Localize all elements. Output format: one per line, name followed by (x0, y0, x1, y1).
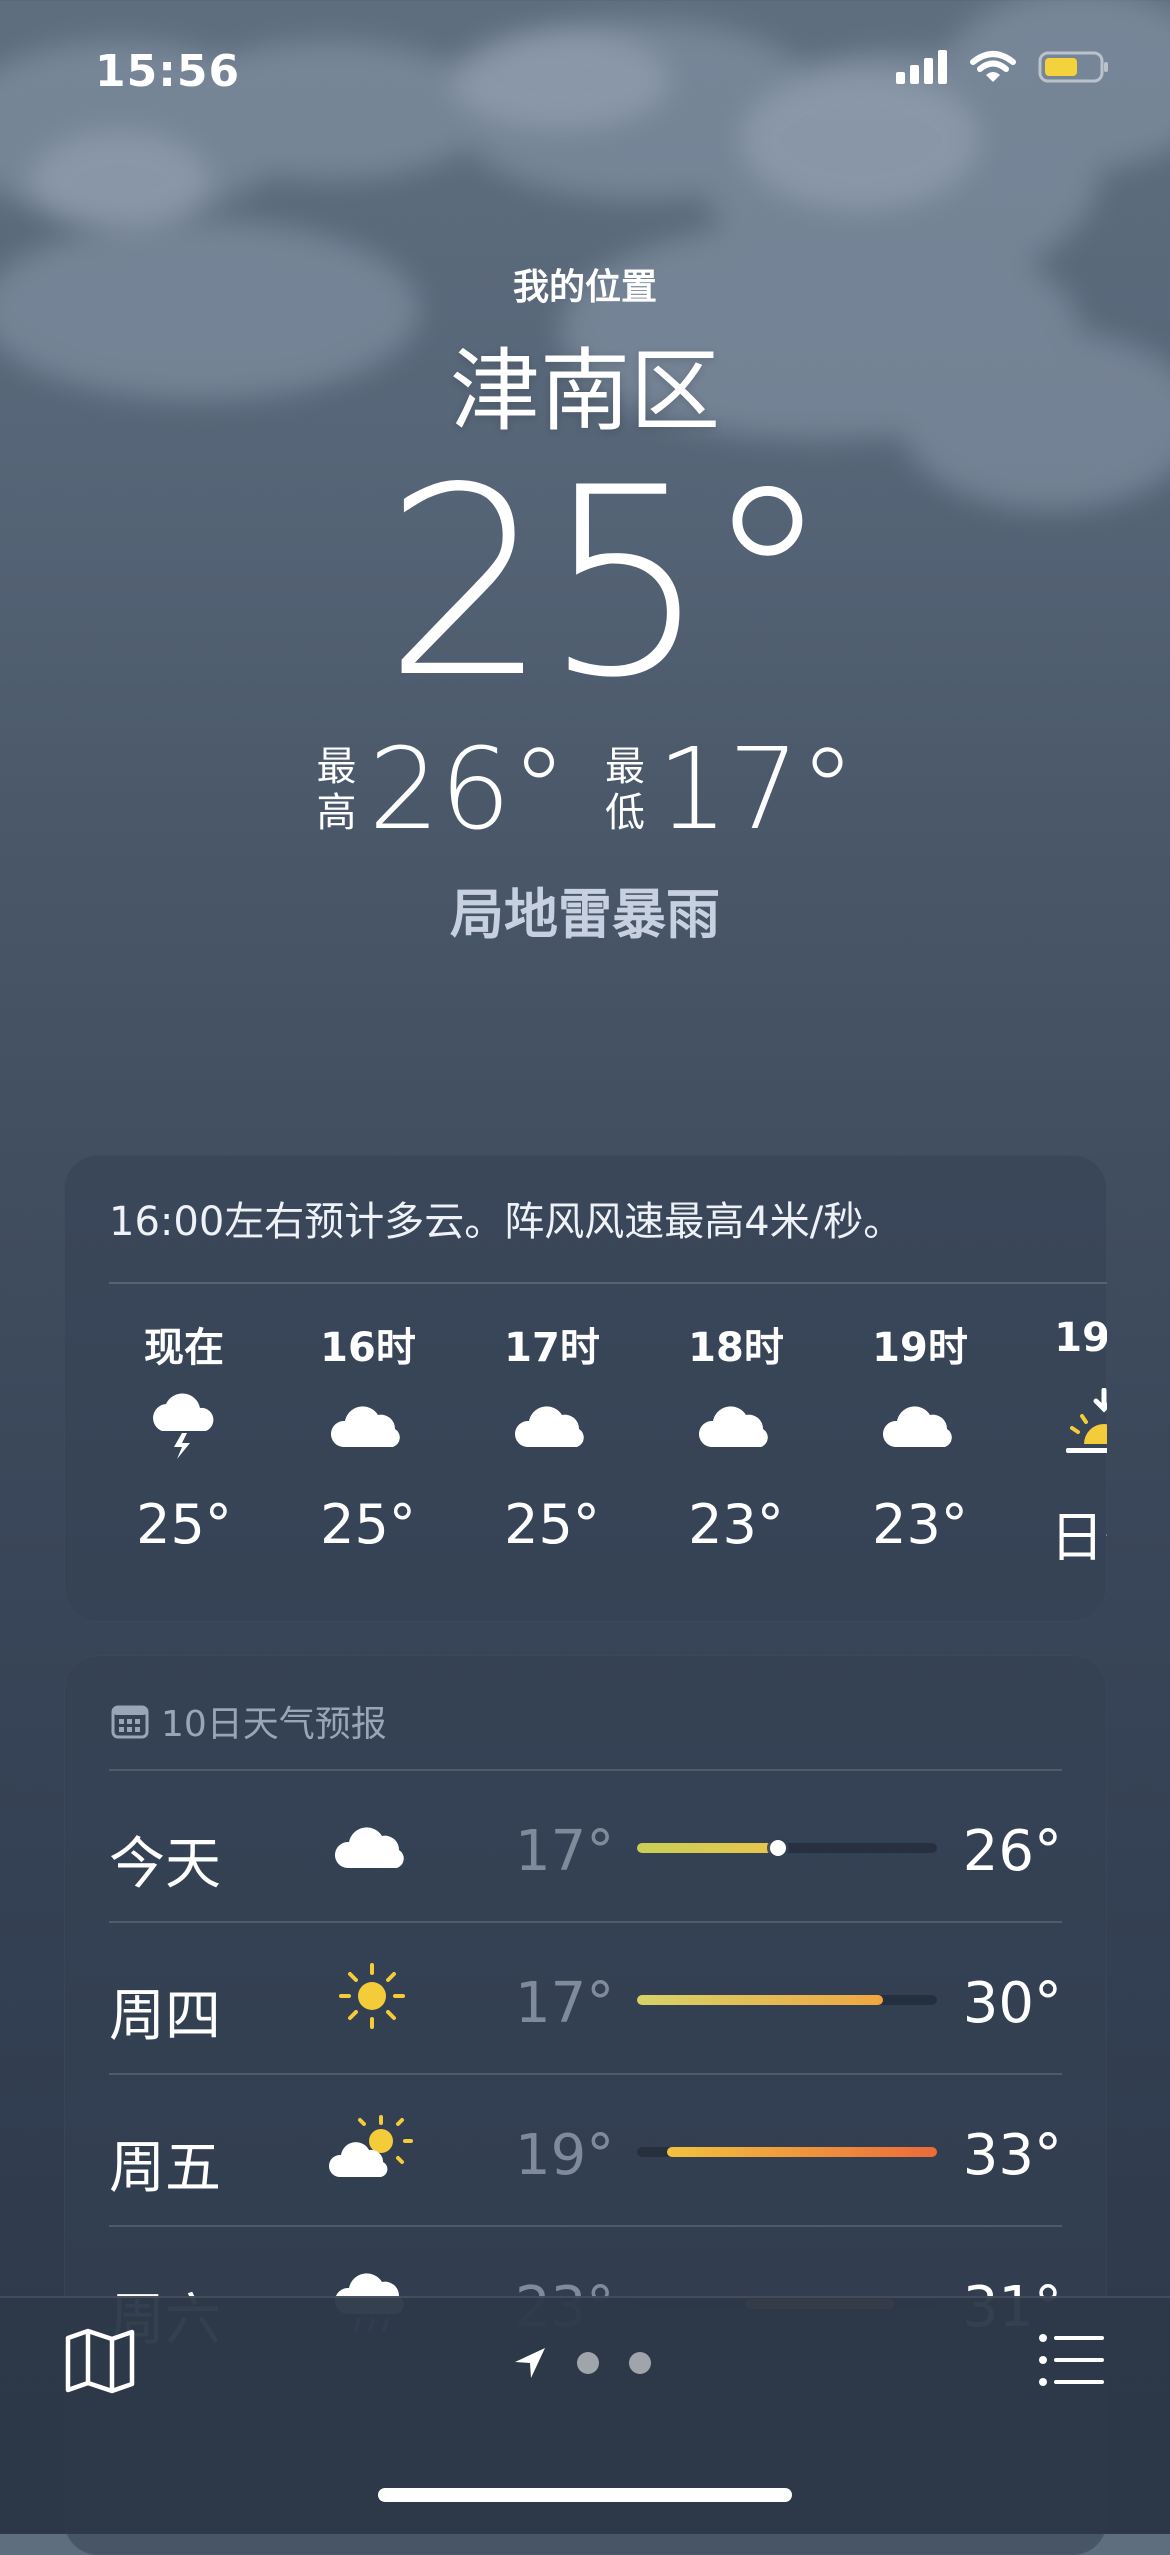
forecast-summary: 16:00左右预计多云。阵风风速最高4米/秒。 (109, 1199, 904, 1245)
cloud-icon (514, 1406, 584, 1447)
hour-label: 17时 (504, 1325, 600, 1371)
hour-label: 18时 (688, 1325, 784, 1371)
sunset-icon (1066, 1388, 1107, 1453)
hour-item: 17时 25° (460, 1315, 644, 1572)
hour-temp: 25° (504, 1493, 600, 1556)
home-indicator[interactable] (378, 2488, 792, 2502)
cloud-icon (698, 1406, 768, 1447)
map-icon[interactable] (64, 2328, 136, 2394)
status-time: 15:56 (95, 46, 241, 97)
page-indicator[interactable] (513, 2346, 651, 2380)
day-label: 今天 (109, 1832, 221, 1897)
location-arrow-icon[interactable] (513, 2346, 547, 2380)
cloud-icon (330, 1406, 400, 1447)
sun-icon (339, 1963, 405, 2029)
status-bar: 15:56 (0, 0, 1170, 150)
temp-range-fill (667, 2147, 937, 2157)
signal-icon (896, 50, 947, 84)
hourly-forecast-card[interactable]: 16:00左右预计多云。阵风风速最高4米/秒。 现在 25° 16时 25° 1… (64, 1155, 1107, 1622)
low-temp: 19° (515, 2123, 615, 2188)
temp-range-fill (637, 1995, 883, 2005)
thunderstorm-icon (153, 1393, 214, 1459)
current-weather: 我的位置 津南区 25° 最高 26° 最低 17° 局地雷暴雨 (0, 258, 1170, 949)
forecast-title: 10日天气预报 (111, 1695, 387, 1747)
page-dot[interactable] (629, 2352, 651, 2374)
hour-label: 19时 (872, 1325, 968, 1371)
temp-range-bar (637, 1995, 937, 2005)
high-temp: 26° (962, 1819, 1062, 1884)
temp-range-bar (637, 2147, 937, 2157)
low-temp: 17° (515, 1819, 615, 1884)
low-temp: 17° (657, 725, 856, 855)
battery-icon (1038, 51, 1108, 83)
high-label: 最高 (316, 744, 357, 836)
hour-label: 现在 (144, 1325, 224, 1371)
hour-label: 19:3 (1054, 1315, 1107, 1361)
divider (109, 1282, 1107, 1284)
city-name: 津南区 (450, 339, 720, 444)
forecast-row[interactable]: 今天 17° 26° (109, 1769, 1062, 1921)
calendar-icon (111, 1705, 149, 1739)
temp-range-fill (637, 1843, 781, 1853)
forecast-row[interactable]: 周四 17° 30° (109, 1921, 1062, 2073)
hour-item: 18时 23° (644, 1315, 828, 1572)
hour-temp: 23° (688, 1493, 784, 1556)
day-label: 周四 (109, 1984, 221, 2049)
low-temp: 17° (515, 1971, 615, 2036)
current-temperature: 25° (383, 433, 833, 735)
condition-text: 局地雷暴雨 (450, 883, 720, 946)
hour-temp: 23° (872, 1493, 968, 1556)
my-location-label: 我的位置 (512, 267, 657, 308)
hour-temp: 25° (320, 1493, 416, 1556)
high-temp: 33° (962, 2123, 1062, 2188)
partly-sunny-icon (329, 2115, 413, 2177)
high-temp: 26° (368, 725, 567, 855)
cloud-icon (334, 1827, 404, 1868)
high-temp: 30° (962, 1971, 1062, 2036)
list-icon[interactable] (1038, 2332, 1106, 2388)
low-label: 最低 (605, 744, 645, 836)
wifi-icon (970, 51, 1016, 82)
hour-temp: 25° (136, 1493, 232, 1556)
forecast-row[interactable]: 周五 19° 33° (109, 2073, 1062, 2225)
hourly-list[interactable]: 现在 25° 16时 25° 17时 25° 18时 23° 19时 23° 1… (92, 1315, 1107, 1572)
hour-item: 19:3 日落 (1012, 1315, 1107, 1572)
hour-temp: 日落 (1050, 1506, 1107, 1569)
day-label: 周五 (109, 2136, 221, 2201)
forecast-title-text: 10日天气预报 (161, 1704, 387, 1745)
hour-item: 16时 25° (276, 1315, 460, 1572)
current-temp-dot (770, 1840, 786, 1856)
hour-item: 现在 25° (92, 1315, 276, 1572)
cloud-icon (882, 1406, 952, 1447)
forecast-rows: 今天 17° 26° 周四 17° 30° 周五 19° 33° 周六 23° … (109, 1769, 1062, 2377)
status-icons (896, 50, 1110, 84)
hour-label: 16时 (320, 1325, 416, 1371)
page-dot[interactable] (577, 2352, 599, 2374)
high-low: 最高 26° 最低 17° (0, 734, 1170, 846)
temp-range-bar (637, 1840, 937, 1856)
hour-item: 19时 23° (828, 1315, 1012, 1572)
